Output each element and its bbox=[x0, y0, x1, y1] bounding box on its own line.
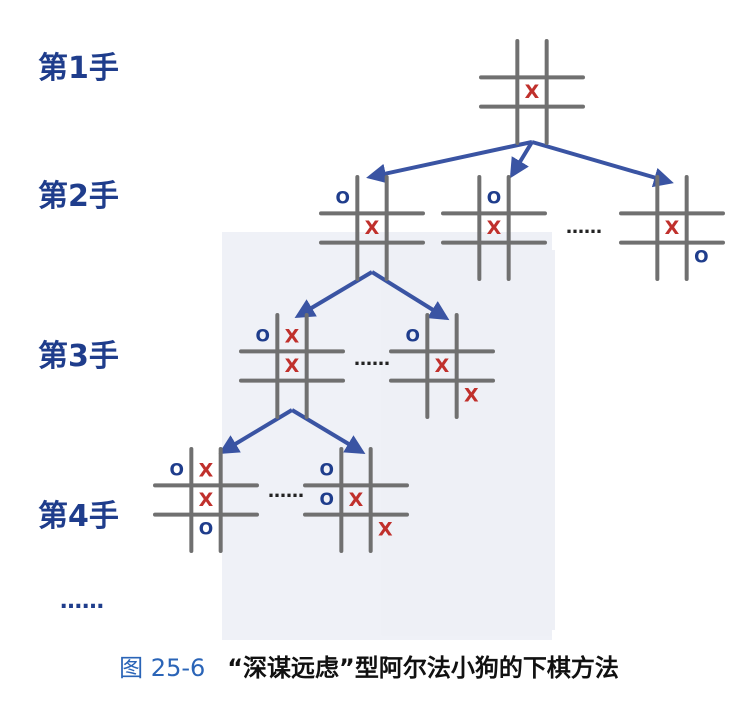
o-mark: O bbox=[335, 189, 349, 209]
more-moves-ellipsis: …… bbox=[60, 589, 104, 614]
o-mark: O bbox=[319, 461, 333, 481]
x-mark: X bbox=[665, 217, 680, 239]
game-tree-diagram: 第1手 第2手 第3手 第4手 …… …… …… …… XOXOX XOO XXOX… bbox=[38, 39, 725, 640]
x-mark: X bbox=[199, 460, 214, 482]
o-mark: O bbox=[694, 247, 708, 267]
move-label-4: 第4手 bbox=[38, 499, 119, 534]
o-mark: O bbox=[487, 189, 501, 209]
move-label-3: 第3手 bbox=[38, 339, 119, 374]
x-mark: X bbox=[464, 384, 479, 406]
x-mark: X bbox=[349, 489, 364, 511]
o-mark: O bbox=[319, 490, 333, 510]
watermark bbox=[222, 232, 555, 640]
board-move1: X bbox=[479, 39, 585, 145]
figure-title: “深谋远虑”型阿尔法小狗的下棋方法 bbox=[227, 654, 619, 682]
siblings-ellipsis-move3: …… bbox=[354, 349, 390, 370]
move-label-1: 第1手 bbox=[38, 51, 119, 86]
x-mark: X bbox=[378, 518, 393, 540]
board-move2-c: XO bbox=[619, 175, 725, 281]
arrow-move1-to-move2-c bbox=[531, 140, 674, 188]
x-mark: X bbox=[199, 489, 214, 511]
siblings-ellipsis-move4: …… bbox=[268, 481, 304, 502]
figure-caption: 图 25-6 “深谋远虑”型阿尔法小狗的下棋方法 bbox=[0, 648, 738, 683]
x-mark: X bbox=[285, 326, 300, 348]
o-mark: O bbox=[405, 327, 419, 347]
o-mark: O bbox=[255, 327, 269, 347]
x-mark: X bbox=[285, 355, 300, 377]
move-label-2: 第2手 bbox=[38, 179, 119, 214]
x-mark: X bbox=[525, 81, 540, 103]
x-mark: X bbox=[435, 355, 450, 377]
x-mark: X bbox=[365, 217, 380, 239]
siblings-ellipsis-move2: …… bbox=[566, 217, 602, 238]
figure-number: 图 25-6 bbox=[119, 654, 206, 682]
o-mark: O bbox=[199, 519, 213, 539]
arrow-move1-to-move2-a bbox=[366, 140, 533, 184]
o-mark: O bbox=[169, 461, 183, 481]
x-mark: X bbox=[487, 217, 502, 239]
